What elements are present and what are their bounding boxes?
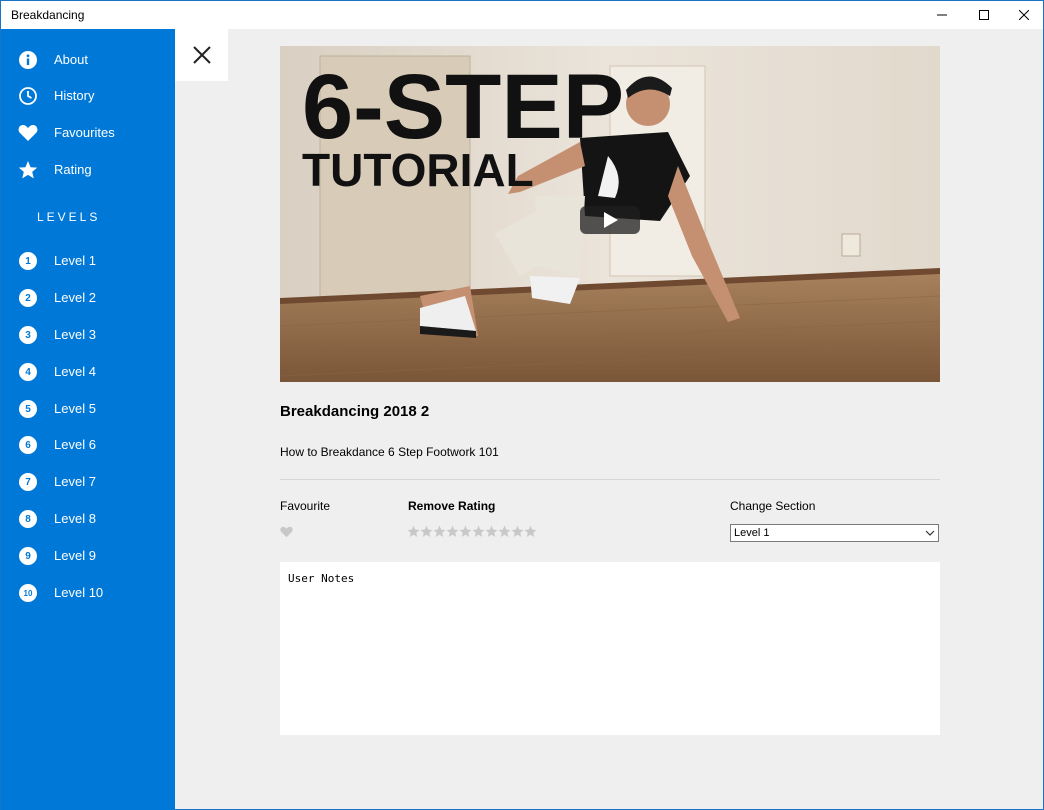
sidebar-item-label: Level 8: [54, 511, 96, 526]
sidebar-item-label: About: [54, 52, 88, 67]
star-icon[interactable]: [485, 525, 498, 538]
star-icon[interactable]: [433, 525, 446, 538]
sidebar-item-about[interactable]: About: [1, 42, 175, 78]
video-player[interactable]: 6-STEP TUTORIAL: [280, 46, 940, 382]
sidebar-item-level-5[interactable]: 5 Level 5: [1, 391, 175, 427]
thumbnail-text-line2: TUTORIAL: [302, 144, 534, 196]
sidebar-item-label: Level 4: [54, 364, 96, 379]
thumbnail-text-line1: 6-STEP: [302, 56, 624, 158]
video-thumbnail: 6-STEP TUTORIAL: [280, 46, 940, 382]
sidebar: About History Favourites Rating LEVELS 1…: [1, 29, 175, 810]
sidebar-item-label: Level 3: [54, 327, 96, 342]
sidebar-item-level-9[interactable]: 9 Level 9: [1, 538, 175, 574]
chevron-down-icon: [925, 530, 935, 536]
close-icon: [1019, 10, 1029, 20]
window-title: Breakdancing: [11, 8, 85, 22]
close-x-icon: [192, 46, 211, 64]
sidebar-item-label: Level 5: [54, 401, 96, 416]
sidebar-item-rating[interactable]: Rating: [1, 152, 175, 188]
minimize-button[interactable]: [919, 1, 965, 29]
sidebar-item-level-2[interactable]: 2 Level 2: [1, 280, 175, 316]
star-icon: [18, 160, 38, 180]
play-icon[interactable]: [580, 206, 640, 234]
video-title: Breakdancing 2018 2: [280, 403, 430, 420]
sidebar-item-label: Level 6: [54, 437, 96, 452]
sidebar-item-label: Level 9: [54, 548, 96, 563]
close-window-button[interactable]: [1001, 1, 1044, 29]
user-notes-textarea[interactable]: User Notes: [280, 562, 940, 735]
sidebar-item-label: Level 1: [54, 253, 96, 268]
section-dropdown-value: Level 1: [734, 527, 770, 539]
change-section-label: Change Section: [730, 499, 816, 513]
sidebar-item-label: Rating: [54, 162, 92, 177]
sidebar-item-label: Level 2: [54, 290, 96, 305]
app-window: Breakdancing About History Favourites Ra…: [0, 0, 1044, 810]
sidebar-item-level-4[interactable]: 4 Level 4: [1, 354, 175, 390]
star-icon[interactable]: [498, 525, 511, 538]
sidebar-item-label: Level 7: [54, 474, 96, 489]
star-icon[interactable]: [524, 525, 537, 538]
info-icon: [18, 50, 38, 70]
divider: [280, 479, 940, 480]
number-6-icon: 6: [18, 435, 38, 455]
favourite-label: Favourite: [280, 499, 331, 513]
close-pane-button[interactable]: [175, 29, 228, 81]
sidebar-item-history[interactable]: History: [1, 78, 175, 114]
number-9-icon: 9: [18, 546, 38, 566]
sidebar-item-level-3[interactable]: 3 Level 3: [1, 317, 175, 353]
star-icon[interactable]: [472, 525, 485, 538]
number-4-icon: 4: [18, 362, 38, 382]
sidebar-item-level-1[interactable]: 1 Level 1: [1, 243, 175, 279]
section-dropdown[interactable]: Level 1: [730, 524, 939, 542]
star-icon[interactable]: [420, 525, 433, 538]
user-notes-placeholder: User Notes: [288, 572, 355, 585]
levels-header: LEVELS: [37, 210, 101, 224]
sidebar-item-level-7[interactable]: 7 Level 7: [1, 464, 175, 500]
video-description: How to Breakdance 6 Step Footwork 101: [280, 445, 499, 459]
sidebar-item-level-8[interactable]: 8 Level 8: [1, 501, 175, 537]
maximize-icon: [979, 10, 989, 20]
star-icon[interactable]: [459, 525, 472, 538]
star-icon[interactable]: [446, 525, 459, 538]
favourite-heart-icon[interactable]: [280, 525, 293, 543]
minimize-icon: [937, 14, 947, 16]
title-bar: Breakdancing: [1, 1, 1043, 29]
clock-icon: [18, 86, 38, 106]
sidebar-item-level-10[interactable]: 10 Level 10: [1, 575, 175, 611]
rating-stars[interactable]: [407, 525, 537, 538]
number-10-icon: 10: [18, 583, 38, 603]
remove-rating-button[interactable]: Remove Rating: [408, 499, 495, 513]
number-2-icon: 2: [18, 288, 38, 308]
star-icon[interactable]: [511, 525, 524, 538]
sidebar-item-label: Favourites: [54, 125, 115, 140]
sidebar-item-label: History: [54, 88, 95, 103]
star-icon[interactable]: [407, 525, 420, 538]
number-8-icon: 8: [18, 509, 38, 529]
sidebar-item-label: Level 10: [54, 585, 104, 600]
number-3-icon: 3: [18, 325, 38, 345]
sidebar-item-level-6[interactable]: 6 Level 6: [1, 427, 175, 463]
number-7-icon: 7: [18, 472, 38, 492]
number-1-icon: 1: [18, 251, 38, 271]
sidebar-item-favourites[interactable]: Favourites: [1, 115, 175, 151]
number-5-icon: 5: [18, 399, 38, 419]
heart-icon: [18, 123, 38, 143]
